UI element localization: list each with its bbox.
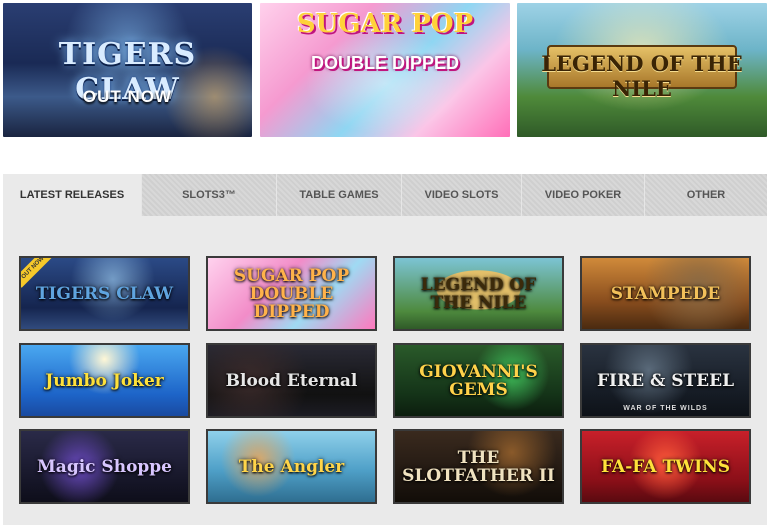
tab-slots3[interactable]: SLOTS3™ [141, 174, 276, 216]
game-tile-tigers-claw[interactable]: TIGERS CLAW OUT NOW [19, 256, 190, 331]
banner-legend-of-the-nile[interactable]: LEGEND OF THE NILE [517, 3, 767, 137]
game-title: SUGAR POP DOUBLE DIPPED [233, 265, 350, 322]
game-tile-giovannis-gems[interactable]: GIOVANNI'S GEMS [393, 343, 564, 418]
game-tile-the-angler[interactable]: The Angler [206, 429, 377, 504]
game-tile-legend-of-the-nile[interactable]: LEGEND OF THE NILE [393, 256, 564, 331]
game-tile-stampede[interactable]: STAMPEDE [580, 256, 751, 331]
game-tile-blood-eternal[interactable]: Blood Eternal [206, 343, 377, 418]
game-title: Blood Eternal [225, 370, 358, 391]
game-tile-the-slotfather-ii[interactable]: THE SLOTFATHER II [393, 429, 564, 504]
game-title: GIOVANNI'S GEMS [419, 361, 538, 400]
game-title: THE SLOTFATHER II [402, 447, 555, 486]
game-tile-sugar-pop[interactable]: SUGAR POP DOUBLE DIPPED [206, 256, 377, 331]
game-title: FIRE & STEEL [596, 370, 735, 391]
banner-subtitle: DOUBLE DIPPED [310, 53, 460, 73]
category-tabs: LATEST RELEASES SLOTS3™ TABLE GAMES VIDE… [3, 174, 767, 216]
tab-other[interactable]: OTHER [644, 174, 767, 216]
game-title: Magic Shoppe [36, 456, 172, 477]
banner-title: LEGEND OF THE NILE [541, 51, 743, 101]
game-title: FA-FA TWINS [600, 456, 730, 477]
game-tile-fa-fa-twins[interactable]: FA-FA TWINS [580, 429, 751, 504]
game-title: TIGERS CLAW [35, 283, 174, 304]
game-title: The Angler [238, 456, 345, 477]
tab-table-games[interactable]: TABLE GAMES [276, 174, 401, 216]
tab-video-poker[interactable]: VIDEO POKER [521, 174, 644, 216]
game-title: Jumbo Joker [45, 370, 164, 391]
banner-sugar-pop-2[interactable]: SUGAR POP DOUBLE DIPPED [260, 3, 510, 137]
banner-subtitle: OUT NOW [82, 87, 173, 106]
banner-tigers-claw[interactable]: TIGERS CLAW OUT NOW [3, 3, 252, 137]
game-tile-fire-and-steel[interactable]: FIRE & STEEL WAR OF THE WILDS [580, 343, 751, 418]
game-tile-jumbo-joker[interactable]: Jumbo Joker [19, 343, 190, 418]
game-subtitle: WAR OF THE WILDS [623, 405, 708, 412]
tab-latest-releases[interactable]: LATEST RELEASES [3, 174, 141, 216]
tab-video-slots[interactable]: VIDEO SLOTS [401, 174, 521, 216]
game-title: STAMPEDE [610, 283, 721, 304]
banner-title: SUGAR POP [296, 9, 474, 39]
game-tile-magic-shoppe[interactable]: Magic Shoppe [19, 429, 190, 504]
game-title: LEGEND OF THE NILE [420, 274, 537, 313]
